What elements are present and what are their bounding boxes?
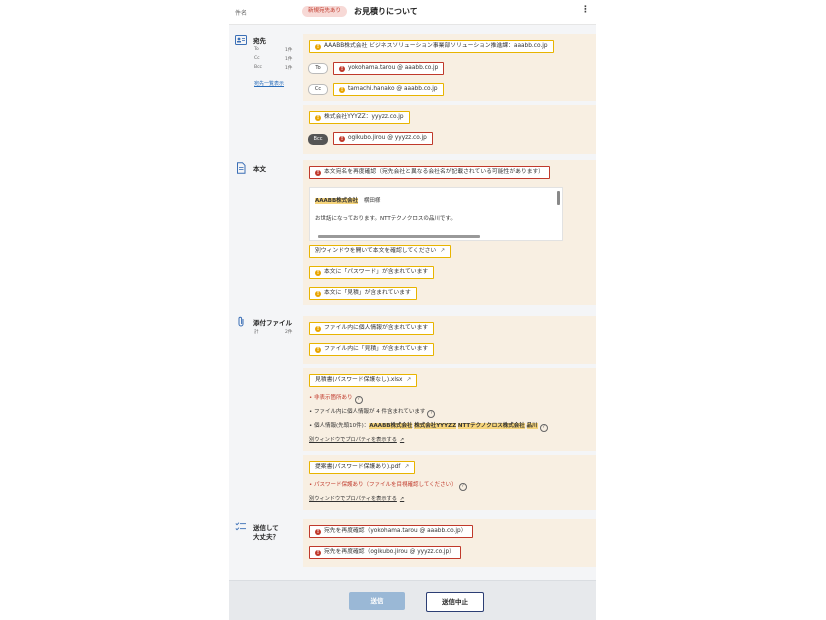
to-pill: To bbox=[308, 63, 328, 74]
file1-personal-list: • 個人情報(先頭10件)：AAABB株式会社 株式会社YYYZZ NTTテクノ… bbox=[309, 421, 548, 432]
send-button[interactable]: 送信 bbox=[349, 592, 405, 610]
help-icon[interactable]: ? bbox=[539, 424, 548, 432]
personal-info-warning: ! ファイル内に個人情報が含まれています bbox=[309, 322, 435, 335]
subject-bar: 件名 新規宛先あり お見積りについて ⋮ bbox=[229, 0, 596, 25]
file2-password-note: • パスワード保護あり（ファイルを目視確認してください）? bbox=[309, 480, 467, 491]
body-section: 本文 ! 本文宛名を再度確認（宛先会社と異なる会社名が記載されている可能性がありま… bbox=[229, 160, 596, 308]
error-icon: ! bbox=[315, 170, 321, 176]
warning-icon: ! bbox=[315, 44, 321, 50]
file2-name-chip[interactable]: 提案書(パスワード保護あり).pdf ↗ bbox=[309, 461, 416, 474]
preview-company: AAABB株式会社 bbox=[315, 198, 359, 204]
checklist-icon bbox=[235, 522, 246, 531]
cc-count: 1件 bbox=[285, 57, 293, 62]
body-addressee-warning: ! 本文宛名を再度確認（宛先会社と異なる会社名が記載されている可能性があります） bbox=[309, 166, 551, 179]
warning-icon: ! bbox=[315, 291, 321, 297]
cc-pill: Cc bbox=[308, 84, 328, 95]
error-icon: ! bbox=[339, 66, 345, 72]
confirm-title-line2: 大丈夫？ bbox=[253, 533, 279, 541]
more-menu-icon[interactable]: ⋮ bbox=[581, 5, 590, 15]
cc-address-chip[interactable]: ! tamachi.hanako @ aaabb.co.jp bbox=[333, 83, 444, 96]
file1-hidden-note: • 非表示箇所あり? bbox=[309, 393, 363, 404]
cancel-send-button[interactable]: 送信中止 bbox=[426, 592, 484, 612]
group-aaabb-header: ! AAABB株式会社 ビジネスソリューション事業部ソリューション推進課：aaab… bbox=[309, 40, 554, 53]
attachments-section: 添付ファイル 計 2件 ! ファイル内に個人情報が含まれています ! ファイル内に「… bbox=[229, 313, 596, 513]
external-link-icon: ↗ bbox=[399, 437, 405, 443]
help-icon[interactable]: ? bbox=[354, 396, 363, 404]
warning-icon: ! bbox=[315, 326, 321, 332]
file2-card: 提案書(パスワード保護あり).pdf ↗ • パスワード保護あり（ファイルを目視確… bbox=[303, 455, 596, 510]
file1-card: 見積書(パスワード保護なし).xlsx ↗ • 非表示箇所あり? • ファイル内に… bbox=[303, 368, 596, 451]
confirm-card: ! 宛先を再度確認（yokohama.tarou @ aaabb.co.jp） !… bbox=[303, 519, 596, 567]
confirm-check-1[interactable]: ! 宛先を再度確認（yokohama.tarou @ aaabb.co.jp） bbox=[309, 525, 473, 538]
recipient-list-link[interactable]: 宛先一覧表示 bbox=[254, 80, 284, 87]
help-icon[interactable]: ? bbox=[427, 410, 436, 418]
preview-vscrollbar[interactable] bbox=[557, 191, 560, 205]
cc-label: Cc bbox=[254, 56, 260, 61]
footer-bar: 送信 送信中止 bbox=[229, 580, 596, 620]
help-icon[interactable]: ? bbox=[458, 483, 467, 491]
new-recipient-badge: 新規宛先あり bbox=[302, 6, 348, 17]
subject-text: お見積りについて bbox=[354, 7, 418, 16]
bcc-label: Bcc bbox=[254, 65, 263, 70]
personal-tag: 品川 bbox=[526, 423, 538, 429]
recipients-title: 宛先 bbox=[253, 37, 266, 45]
preview-hscrollbar[interactable] bbox=[318, 235, 480, 238]
personal-tag: 株式会社YYYZZ bbox=[414, 423, 457, 429]
external-link-icon: ↗ bbox=[404, 464, 410, 470]
recipient-group-aaabb: ! AAABB株式会社 ビジネスソリューション事業部ソリューション推進課：aaab… bbox=[303, 34, 596, 101]
document-icon bbox=[237, 162, 246, 174]
attachments-summary-card: ! ファイル内に個人情報が含まれています ! ファイル内に「見積」が含まれています bbox=[303, 316, 596, 364]
body-title: 本文 bbox=[253, 165, 266, 173]
attachments-title: 添付ファイル bbox=[253, 319, 292, 327]
external-link-icon: ↗ bbox=[440, 248, 446, 254]
error-icon: ! bbox=[315, 550, 321, 556]
recipients-section: 宛先 To 1件 Cc 1件 Bcc 1件 宛先一覧表示 ! AAABB株式会社 … bbox=[229, 30, 596, 158]
open-body-window-link[interactable]: 別ウィンドウを開いて本文を確認してください ↗ bbox=[309, 245, 452, 258]
preview-name: 横田様 bbox=[363, 198, 381, 204]
file1-name-chip[interactable]: 見積書(パスワード保護なし).xlsx ↗ bbox=[309, 374, 418, 387]
preview-line: お世話になっております。NTTテクノクロスの品川です。 bbox=[315, 216, 456, 222]
personal-tag: NTTテクノクロス株式会社 bbox=[457, 423, 525, 429]
warning-icon: ! bbox=[315, 115, 321, 121]
paperclip-icon bbox=[238, 316, 244, 327]
error-icon: ! bbox=[339, 136, 345, 142]
subject-key: 件名 bbox=[235, 10, 248, 17]
personal-tag: AAABB株式会社 bbox=[369, 423, 413, 429]
recipient-group-yyyzz: ! 株式会社YYYZZ：yyyzz.co.jp Bcc ! ogikubo.jiro… bbox=[303, 105, 596, 154]
to-count: 1件 bbox=[285, 48, 293, 53]
bcc-address-chip[interactable]: ! ogikubo.jirou @ yyyzz.co.jp bbox=[333, 132, 433, 145]
bcc-count: 1件 bbox=[285, 66, 293, 71]
quote-warning: ! 本文に「見積」が含まれています bbox=[309, 287, 417, 300]
external-link-icon: ↗ bbox=[399, 496, 405, 502]
body-card: ! 本文宛名を再度確認（宛先会社と異なる会社名が記載されている可能性があります） … bbox=[303, 160, 596, 305]
warning-icon: ! bbox=[339, 87, 345, 93]
to-address-chip[interactable]: ! yokohama.tarou @ aaabb.co.jp bbox=[333, 62, 445, 75]
external-link-icon: ↗ bbox=[406, 377, 412, 383]
total-label: 計 bbox=[254, 330, 259, 335]
confirm-check-2[interactable]: ! 宛先を再度確認（ogikubo.jirou @ yyyzz.co.jp） bbox=[309, 546, 461, 559]
file-quote-warning: ! ファイル内に「見積」が含まれています bbox=[309, 343, 435, 356]
file2-property-link[interactable]: 別ウィンドウでプロパティを表示する ↗ bbox=[309, 495, 404, 502]
total-count: 2件 bbox=[285, 330, 293, 335]
warning-icon: ! bbox=[315, 347, 321, 353]
to-label: To bbox=[254, 47, 259, 52]
send-check-dialog: 件名 新規宛先あり お見積りについて ⋮ 宛先 To 1件 Cc 1件 Bcc … bbox=[229, 0, 596, 620]
body-preview[interactable]: AAABB株式会社 横田様 お世話になっております。NTTテクノクロスの品川です… bbox=[309, 187, 563, 241]
warning-icon: ! bbox=[315, 270, 321, 276]
file1-property-link[interactable]: 別ウィンドウでプロパティを表示する ↗ bbox=[309, 436, 404, 443]
group-yyyzz-header: ! 株式会社YYYZZ：yyyzz.co.jp bbox=[309, 111, 410, 124]
error-icon: ! bbox=[315, 529, 321, 535]
password-warning: ! 本文に「パスワード」が含まれています bbox=[309, 266, 435, 279]
confirm-section: 送信して 大丈夫？ ! 宛先を再度確認（yokohama.tarou @ aaab… bbox=[229, 519, 596, 569]
bcc-pill: Bcc bbox=[308, 134, 328, 145]
contact-card-icon bbox=[235, 35, 247, 45]
file1-personal-count: • ファイル内に個人情報が 4 件含まれています? bbox=[309, 407, 436, 418]
